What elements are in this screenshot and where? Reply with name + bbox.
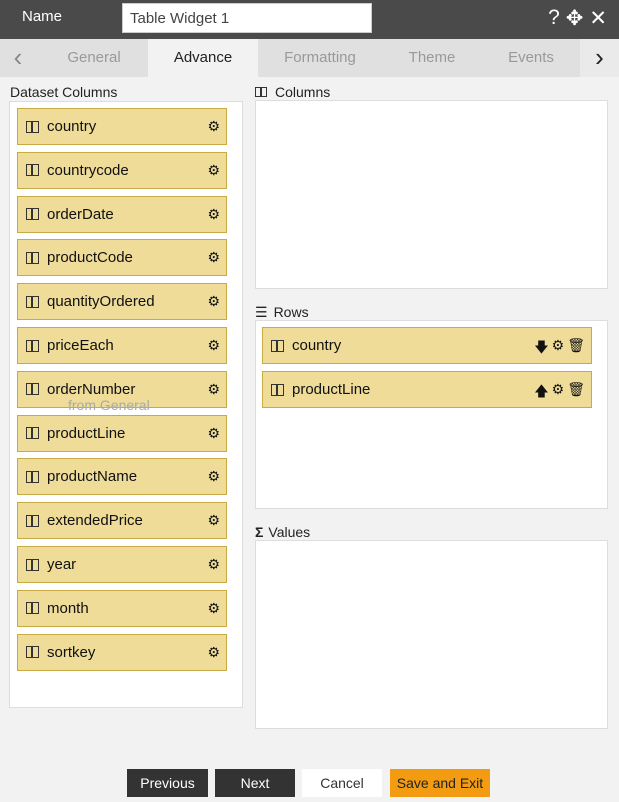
dataset-column-item[interactable]: quantityOrdered ⚙ xyxy=(17,283,227,321)
name-label: Name xyxy=(22,8,63,25)
dataset-column-item[interactable]: countrycode ⚙ xyxy=(17,151,227,189)
values-label: Values xyxy=(268,524,311,540)
tab-formatting[interactable]: Formatting xyxy=(258,39,382,77)
column-icon xyxy=(26,295,39,308)
dataset-column-item[interactable]: productCode ⚙ xyxy=(17,239,227,277)
trash-icon[interactable]: 🗑 xyxy=(567,381,585,405)
dataset-column-item[interactable]: priceEach ⚙ xyxy=(17,327,227,364)
gear-icon[interactable]: ⚙ xyxy=(552,337,565,361)
dataset-column-label: productCode xyxy=(47,249,133,267)
sort-down-icon[interactable]: 🡇 xyxy=(534,337,548,361)
gear-icon[interactable]: ⚙ xyxy=(207,118,220,135)
tab-theme[interactable]: Theme xyxy=(382,39,482,77)
dataset-column-label: month xyxy=(47,599,89,617)
row-item-label: productLine xyxy=(292,381,371,398)
columns-label: Columns xyxy=(275,84,331,100)
tab-general[interactable]: General xyxy=(40,39,148,77)
header: Name ? ✥ ✕ xyxy=(0,0,619,39)
gear-icon[interactable]: ⚙ xyxy=(207,249,220,266)
gear-icon[interactable]: ⚙ xyxy=(552,381,565,405)
gear-icon[interactable]: ⚙ xyxy=(207,425,220,442)
column-icon xyxy=(271,383,284,396)
columns-drop-zone[interactable] xyxy=(255,100,608,289)
dataset-columns-title: Dataset Columns xyxy=(10,84,118,100)
column-icon xyxy=(26,602,39,615)
rows-title: ☰ Rows xyxy=(255,304,309,321)
previous-button[interactable]: Previous xyxy=(127,769,208,797)
trash-icon[interactable]: 🗑 xyxy=(567,337,585,361)
row-item[interactable]: country 🡇 ⚙ 🗑 xyxy=(262,327,592,364)
next-button[interactable]: Next xyxy=(215,769,295,797)
tab-scroll-left-icon[interactable]: ‹ xyxy=(0,39,36,77)
dataset-column-label: productName xyxy=(47,468,138,486)
dataset-column-item[interactable]: country ⚙ xyxy=(17,108,227,145)
dataset-column-item[interactable]: year ⚙ xyxy=(17,546,227,583)
tab-bar: ‹ General Advance Formatting Theme Event… xyxy=(0,39,619,77)
gear-icon[interactable]: ⚙ xyxy=(207,337,220,354)
column-icon xyxy=(26,251,39,264)
columns-icon xyxy=(255,87,267,97)
gear-icon[interactable]: ⚙ xyxy=(207,293,220,310)
tab-advance[interactable]: Advance xyxy=(148,39,258,77)
column-icon xyxy=(26,208,39,221)
dataset-column-item[interactable]: extendedPrice ⚙ xyxy=(17,502,227,540)
column-icon xyxy=(26,427,39,440)
drag-hint: from General xyxy=(68,397,150,413)
dataset-column-item[interactable]: productName ⚙ xyxy=(17,458,227,496)
dataset-column-item[interactable]: productLine ⚙ xyxy=(17,414,227,452)
row-item[interactable]: productLine 🡅 ⚙ 🗑 xyxy=(262,371,592,408)
name-input[interactable] xyxy=(122,3,372,33)
column-icon xyxy=(26,470,39,483)
column-icon xyxy=(26,646,39,659)
dataset-column-label: priceEach xyxy=(47,337,114,354)
rows-label: Rows xyxy=(273,304,309,320)
columns-title: Columns xyxy=(255,84,330,100)
column-icon xyxy=(271,339,284,352)
gear-icon[interactable]: ⚙ xyxy=(207,512,220,529)
dataset-column-label: orderDate xyxy=(47,205,114,223)
values-title: Σ Values xyxy=(255,524,310,540)
dataset-column-label: orderNumber xyxy=(47,380,136,398)
gear-icon[interactable]: ⚙ xyxy=(207,381,220,398)
column-icon xyxy=(26,164,39,177)
gear-icon[interactable]: ⚙ xyxy=(207,644,220,661)
values-drop-zone[interactable] xyxy=(255,540,608,729)
dataset-column-label: extendedPrice xyxy=(47,512,143,530)
sigma-icon: Σ xyxy=(255,524,264,540)
dataset-column-label: year xyxy=(47,556,77,573)
column-icon xyxy=(26,383,39,396)
dataset-column-label: sortkey xyxy=(47,643,96,661)
dataset-column-label: country xyxy=(47,118,97,135)
gear-icon[interactable]: ⚙ xyxy=(207,468,220,485)
dataset-column-item[interactable]: orderDate ⚙ xyxy=(17,195,227,233)
dataset-column-item[interactable]: sortkey ⚙ xyxy=(17,633,227,671)
help-icon[interactable]: ? xyxy=(548,6,560,31)
dataset-column-label: productLine xyxy=(47,424,126,442)
sort-up-icon[interactable]: 🡅 xyxy=(534,381,548,405)
row-item-label: country xyxy=(292,337,342,354)
cancel-button[interactable]: Cancel xyxy=(302,769,382,797)
column-icon xyxy=(26,120,39,133)
dataset-column-item[interactable]: month ⚙ xyxy=(17,589,227,627)
gear-icon[interactable]: ⚙ xyxy=(207,206,220,223)
dataset-column-label: quantityOrdered xyxy=(47,293,155,311)
tab-scroll-right-icon[interactable]: › xyxy=(580,39,619,77)
column-icon xyxy=(26,339,39,352)
dataset-column-label: countrycode xyxy=(47,161,129,179)
gear-icon[interactable]: ⚙ xyxy=(207,600,220,617)
gear-icon[interactable]: ⚙ xyxy=(207,162,220,179)
column-icon xyxy=(26,558,39,571)
close-icon[interactable]: ✕ xyxy=(589,6,607,31)
column-icon xyxy=(26,514,39,527)
save-exit-button[interactable]: Save and Exit xyxy=(390,769,490,797)
move-icon[interactable]: ✥ xyxy=(566,6,584,31)
gear-icon[interactable]: ⚙ xyxy=(207,556,220,573)
tab-events[interactable]: Events xyxy=(482,39,580,77)
rows-icon: ☰ xyxy=(255,304,268,320)
